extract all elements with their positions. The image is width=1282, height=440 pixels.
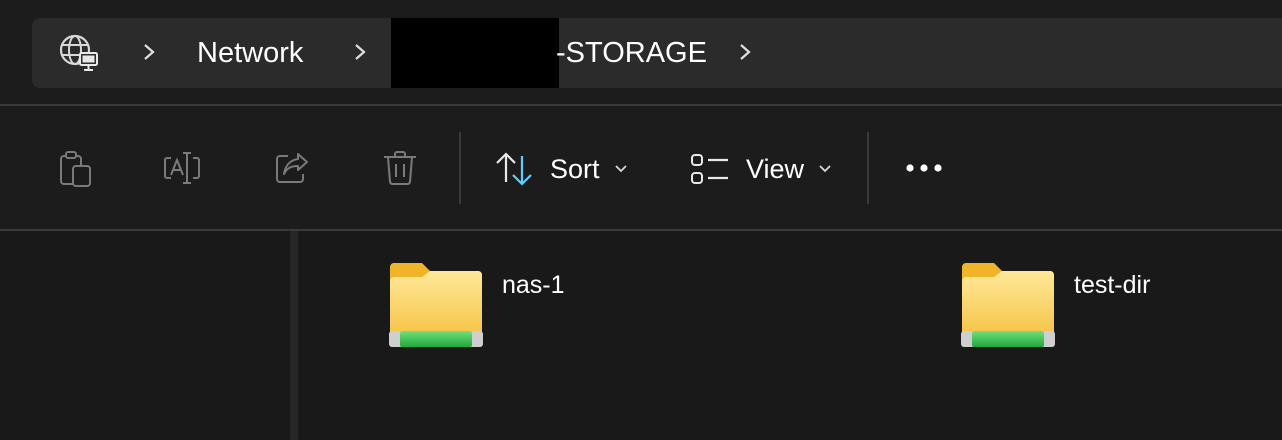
breadcrumb-storage[interactable]: -STORAGE [556, 34, 707, 72]
rename-button[interactable] [162, 148, 202, 188]
clipboard-copy-icon [60, 151, 91, 187]
navigation-pane [0, 231, 290, 440]
breadcrumb-network[interactable]: Network [197, 34, 303, 72]
rename-icon [164, 152, 200, 184]
chevron-right-icon[interactable] [142, 38, 156, 66]
pane-splitter[interactable] [290, 231, 298, 440]
network-globe-icon[interactable] [58, 33, 100, 73]
command-bar: Sort View [0, 106, 1282, 229]
network-share-folder-icon [961, 263, 1055, 347]
sort-arrows-icon [496, 152, 532, 186]
share-icon [276, 153, 308, 183]
address-bar[interactable]: Network -STORAGE [32, 18, 1282, 88]
file-item[interactable]: nas-1 [388, 261, 565, 353]
view-button[interactable]: View [690, 149, 832, 189]
file-explorer-window: Network -STORAGE Sort View nas-1 test-di… [0, 0, 1282, 440]
content-area: nas-1 test-dir [0, 231, 1282, 440]
trash-icon [384, 151, 416, 185]
redacted-block [391, 18, 559, 88]
copy-button[interactable] [56, 148, 96, 188]
toolbar-divider [459, 132, 461, 204]
chevron-down-icon [819, 165, 831, 173]
more-ellipsis-icon [906, 164, 942, 172]
address-row: Network -STORAGE [0, 0, 1282, 105]
sort-label: Sort [550, 153, 600, 184]
share-button[interactable] [272, 148, 312, 188]
view-list-icon [691, 154, 728, 184]
file-item-name: nas-1 [502, 271, 565, 299]
delete-button[interactable] [380, 148, 420, 188]
file-item[interactable]: test-dir [960, 261, 1150, 353]
network-share-folder-icon [389, 263, 483, 347]
chevron-down-icon [614, 165, 627, 173]
toolbar-divider [867, 132, 869, 204]
chevron-right-icon[interactable] [738, 38, 752, 66]
file-item-name: test-dir [1074, 271, 1151, 299]
view-label: View [746, 153, 805, 184]
sort-button[interactable]: Sort [494, 149, 628, 189]
more-options-button[interactable] [900, 154, 948, 182]
chevron-right-icon[interactable] [353, 38, 367, 66]
